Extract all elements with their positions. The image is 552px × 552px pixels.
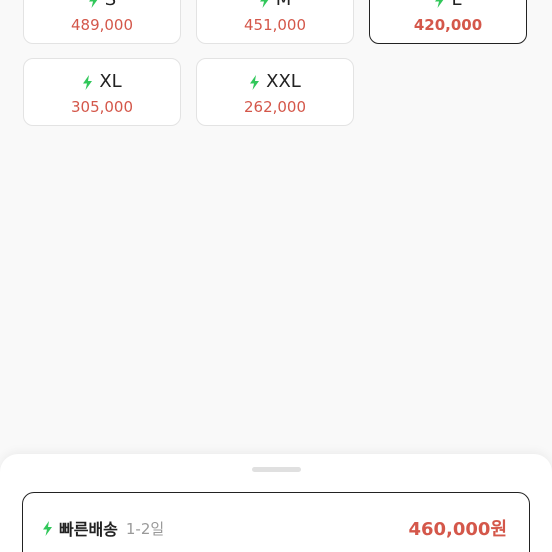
lightning-icon: [83, 74, 93, 90]
size-label: L: [451, 0, 461, 12]
lightning-icon: [88, 0, 97, 8]
size-label: S: [105, 0, 116, 12]
size-price: 489,000: [70, 16, 134, 34]
lightning-icon: [43, 520, 52, 536]
bottom-sheet: 빠른배송 1-2일 460,000원: [0, 454, 552, 552]
size-option-m[interactable]: M 451,000: [196, 0, 354, 44]
size-option-l[interactable]: L 420,000: [369, 0, 527, 44]
size-option-xxl[interactable]: XXL 262,000: [196, 58, 354, 126]
size-price: 262,000: [243, 98, 307, 116]
fast-delivery-option[interactable]: 빠른배송 1-2일 460,000원: [22, 492, 530, 552]
sheet-drag-handle[interactable]: [252, 467, 301, 472]
size-option-s[interactable]: S 489,000: [23, 0, 181, 44]
size-label: XXL: [266, 71, 301, 92]
delivery-price: 460,000원: [408, 519, 507, 540]
lightning-icon: [259, 0, 268, 8]
size-label: M: [276, 0, 292, 12]
lightning-icon: [250, 74, 260, 90]
size-label: XL: [99, 71, 122, 92]
size-price: 451,000: [243, 16, 307, 34]
delivery-type-label: 빠른배송: [59, 520, 118, 539]
size-price: 420,000: [413, 16, 483, 34]
lightning-icon: [435, 0, 444, 8]
size-option-xl[interactable]: XL 305,000: [23, 58, 181, 126]
size-selection-page: S 489,000 M 451,000 L 420,000 XL 305,000…: [0, 0, 552, 552]
size-price: 305,000: [70, 98, 134, 116]
delivery-days-label: 1-2일: [125, 519, 165, 538]
